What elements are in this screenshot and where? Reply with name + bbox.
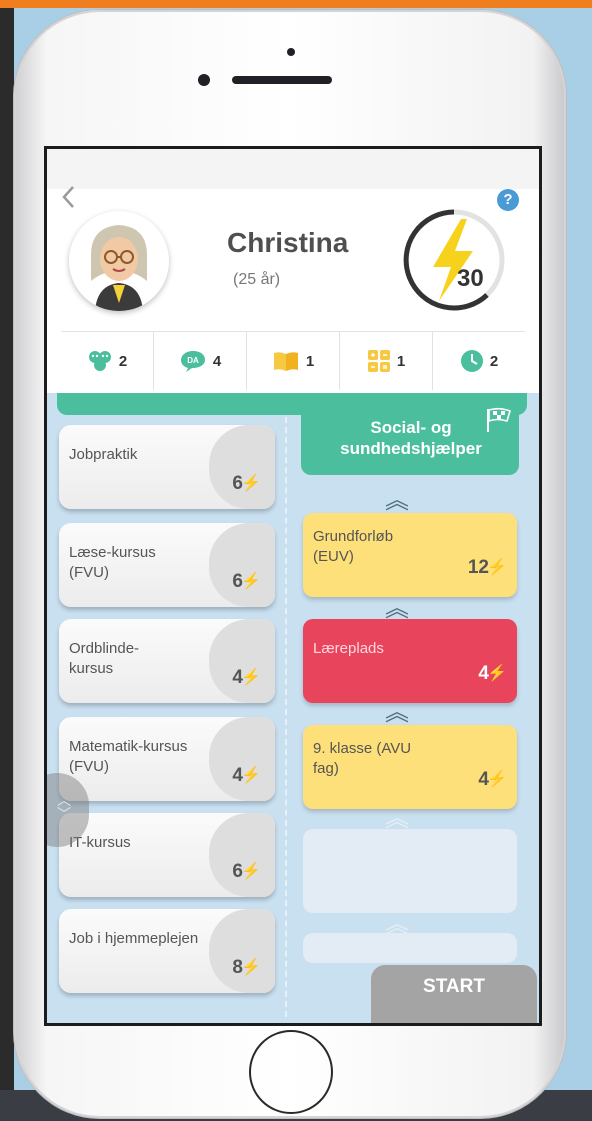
stat-danish[interactable]: DA 4 bbox=[153, 332, 246, 390]
bolt-icon: ⚡ bbox=[487, 665, 507, 682]
book-icon bbox=[273, 352, 298, 371]
course-label: Læse-kursus (FVU) bbox=[69, 544, 156, 581]
start-button[interactable]: START bbox=[371, 965, 537, 1023]
front-camera bbox=[198, 74, 210, 86]
chevron-up-icon: ︽ bbox=[385, 805, 409, 832]
chevron-up-icon: ︽ bbox=[385, 595, 409, 622]
front-sensor bbox=[287, 48, 295, 56]
goal-label: Social- og sundhedshjælper bbox=[340, 418, 482, 458]
bolt-icon: ⚡ bbox=[487, 559, 507, 576]
bolt-icon: ⚡ bbox=[241, 767, 261, 784]
svg-text:DA: DA bbox=[187, 356, 199, 365]
course-card[interactable]: Job i hjemmeplejen 8 ⚡ bbox=[59, 909, 275, 993]
course-cap bbox=[209, 619, 275, 703]
empty-step-slot[interactable] bbox=[303, 829, 517, 913]
course-cap bbox=[209, 717, 275, 801]
path-step[interactable]: Grundforløb (EUV) 12 ⚡ bbox=[303, 513, 517, 597]
path-step[interactable]: Læreplads 4 ⚡ bbox=[303, 619, 517, 703]
stat-time-value: 2 bbox=[489, 352, 499, 370]
bolt-icon: ⚡ bbox=[241, 475, 261, 492]
course-label: Matematik-kursus (FVU) bbox=[69, 738, 188, 775]
planner-board: Jobpraktik 6 ⚡ Læse-kursus (FVU) 6 ⚡ Ord… bbox=[47, 393, 539, 1023]
course-label: Job i hjemmeplejen bbox=[69, 930, 199, 947]
clock-icon bbox=[460, 350, 483, 372]
course-label: Jobpraktik bbox=[69, 446, 138, 463]
back-button[interactable] bbox=[61, 185, 75, 215]
course-cap bbox=[209, 523, 275, 607]
empty-step-slot[interactable] bbox=[303, 933, 517, 963]
phone-frame: ? Christina (25 år) 30 2 DA 4 1 1 2 Jobp… bbox=[14, 10, 566, 1118]
da-speech-icon: DA bbox=[180, 351, 205, 372]
avatar bbox=[69, 211, 169, 311]
score-value: 30 bbox=[457, 265, 484, 292]
status-strip bbox=[47, 149, 539, 189]
course-cap bbox=[209, 425, 275, 509]
path-step[interactable]: 9. klasse (AVU fag) 4 ⚡ bbox=[303, 725, 517, 809]
step-label: Grundforløb (EUV) bbox=[313, 528, 394, 565]
avatar-illustration bbox=[69, 211, 169, 311]
step-label: Læreplads bbox=[313, 640, 384, 657]
stats-bar: 2 DA 4 1 1 2 bbox=[61, 331, 525, 390]
step-label: 9. klasse (AVU fag) bbox=[313, 740, 412, 777]
stat-time[interactable]: 2 bbox=[432, 332, 525, 390]
stat-reading[interactable]: 1 bbox=[246, 332, 339, 390]
bolt-icon: ⚡ bbox=[487, 771, 507, 788]
course-card[interactable]: IT-kursus 6 ⚡ bbox=[59, 813, 275, 897]
course-card[interactable]: Matematik-kursus (FVU) 4 ⚡ bbox=[59, 717, 275, 801]
stat-math-value: 1 bbox=[396, 352, 406, 370]
course-cap bbox=[209, 909, 275, 993]
course-card[interactable]: Læse-kursus (FVU) 6 ⚡ bbox=[59, 523, 275, 607]
bolt-icon: ⚡ bbox=[241, 863, 261, 880]
course-label: Ordblinde-kursus bbox=[69, 640, 140, 677]
top-accent-bar bbox=[0, 0, 592, 8]
calculator-icon bbox=[367, 350, 390, 372]
stat-social[interactable]: 2 bbox=[61, 332, 153, 390]
earpiece-speaker bbox=[232, 76, 332, 84]
chevron-up-icon: ︽ bbox=[385, 699, 409, 726]
user-name: Christina bbox=[227, 227, 349, 258]
score-ring-icon bbox=[403, 209, 505, 311]
chevron-left-icon bbox=[62, 186, 74, 208]
course-card[interactable]: Jobpraktik 6 ⚡ bbox=[59, 425, 275, 509]
user-age: (25 år) bbox=[233, 271, 281, 288]
bolt-icon: ⚡ bbox=[241, 573, 261, 590]
bolt-icon: ⚡ bbox=[241, 669, 261, 686]
course-card[interactable]: Ordblinde-kursus 4 ⚡ bbox=[59, 619, 275, 703]
home-button[interactable] bbox=[249, 1030, 333, 1114]
scroll-arrows-icon: ︿ ﹀ bbox=[57, 792, 71, 822]
bolt-icon: ⚡ bbox=[241, 959, 261, 976]
energy-score: 30 bbox=[399, 205, 509, 315]
goal-card[interactable]: Social- og sundhedshjælper bbox=[301, 401, 519, 475]
stat-social-value: 2 bbox=[118, 352, 128, 370]
course-cap bbox=[209, 813, 275, 897]
column-divider bbox=[285, 417, 287, 1017]
app-screen: ? Christina (25 år) 30 2 DA 4 1 1 2 Jobp… bbox=[44, 146, 542, 1026]
stat-reading-value: 1 bbox=[305, 352, 315, 370]
chevron-up-icon: ︽ bbox=[385, 487, 409, 514]
stat-math[interactable]: 1 bbox=[339, 332, 432, 390]
background-edge bbox=[0, 8, 14, 1121]
stat-danish-value: 4 bbox=[212, 352, 222, 370]
people-icon bbox=[88, 351, 111, 371]
step-energy: 12 bbox=[467, 557, 489, 578]
